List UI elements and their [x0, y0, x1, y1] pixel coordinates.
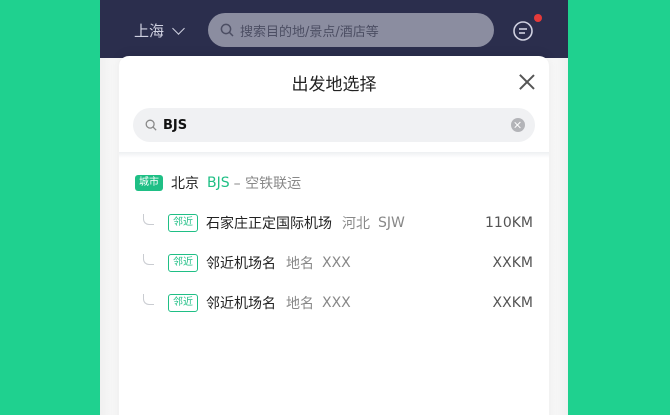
divider [119, 152, 549, 158]
airport-region: 河北 [342, 216, 370, 232]
chevron-down-icon [172, 22, 185, 35]
airport-region: 地名 [286, 256, 314, 272]
city-label: 上海 [134, 22, 165, 40]
departure-sheet: 出发地选择 BJS 城市 北京 BJS – 空铁联运 邻近 石家庄正定国际机场 … [119, 56, 549, 415]
airport-name: 邻近机场名 [206, 296, 276, 312]
airport-distance: 110KM [485, 215, 533, 231]
nearby-tag: 邻近 [168, 214, 198, 232]
nearby-tag: 邻近 [168, 254, 198, 272]
city-name: 北京 [171, 176, 199, 192]
phone-screen: 上海 搜索目的地/景点/酒店等 出发地选择 BJS 城市 北京 BJS – 空铁… [100, 0, 568, 415]
airport-name: 邻近机场名 [206, 256, 276, 272]
notification-dot [534, 14, 542, 22]
nearby-airport-item[interactable]: 邻近 石家庄正定国际机场 河北 SJW 110KM [143, 212, 539, 234]
branch-line-icon [143, 293, 154, 305]
search-icon [220, 23, 234, 37]
branch-line-icon [143, 253, 154, 265]
airport-code: SJW [378, 215, 405, 231]
departure-search-input[interactable]: BJS [133, 108, 535, 142]
city-result-item[interactable]: 城市 北京 BJS – 空铁联运 [135, 173, 301, 193]
branch-line-icon [143, 213, 154, 225]
search-value: BJS [163, 117, 188, 133]
top-search-placeholder: 搜索目的地/景点/酒店等 [240, 24, 379, 40]
search-icon [145, 119, 157, 131]
city-code: BJS [207, 175, 230, 191]
airport-distance: XXKM [492, 255, 533, 271]
clear-icon[interactable] [511, 118, 525, 132]
airport-code: XXX [322, 255, 351, 271]
message-icon[interactable] [512, 20, 534, 42]
airport-region: 地名 [286, 296, 314, 312]
city-tag: 城市 [135, 175, 163, 191]
city-selector[interactable]: 上海 [134, 20, 185, 41]
sheet-title: 出发地选择 [291, 75, 377, 95]
airport-name: 石家庄正定国际机场 [206, 216, 332, 232]
airport-code: XXX [322, 295, 351, 311]
top-search-bar[interactable]: 搜索目的地/景点/酒店等 [208, 13, 494, 47]
nearby-airport-item[interactable]: 邻近 邻近机场名 地名 XXX XXKM [143, 292, 539, 314]
city-extra: – 空铁联运 [233, 176, 302, 192]
airport-distance: XXKM [492, 295, 533, 311]
top-bar: 上海 搜索目的地/景点/酒店等 [100, 0, 568, 58]
close-icon[interactable] [519, 74, 535, 90]
nearby-airport-item[interactable]: 邻近 邻近机场名 地名 XXX XXKM [143, 252, 539, 274]
nearby-tag: 邻近 [168, 294, 198, 312]
